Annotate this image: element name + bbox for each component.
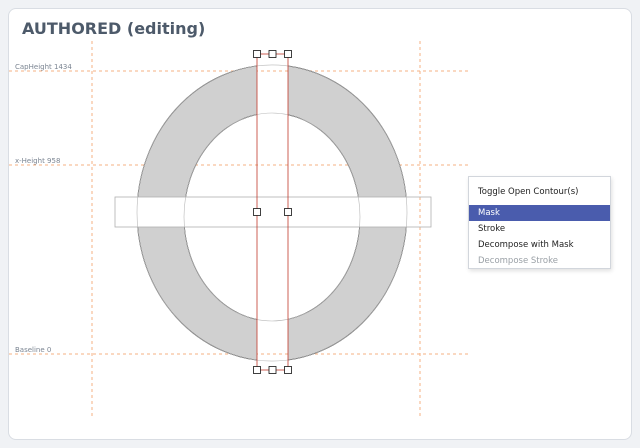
- handle-top-mid[interactable]: [268, 50, 277, 58]
- handle-top-right[interactable]: [284, 50, 292, 58]
- handle-bottom-left[interactable]: [253, 366, 261, 374]
- handle-bottom-right[interactable]: [284, 366, 292, 374]
- glyph-o-outline[interactable]: [136, 64, 408, 362]
- handle-middle-right[interactable]: [284, 208, 292, 216]
- handle-middle-left[interactable]: [253, 208, 261, 216]
- menu-item-mask[interactable]: Mask: [469, 205, 610, 221]
- handle-bottom-mid[interactable]: [268, 366, 277, 374]
- menu-item-decompose-stroke: Decompose Stroke: [478, 256, 558, 266]
- menu-item-stroke[interactable]: Stroke: [469, 221, 610, 237]
- editor-panel: AUTHORED (editing) CapHeight 1434 x-Heig…: [8, 8, 632, 440]
- x-height-label: x-Height 958: [15, 157, 60, 165]
- baseline-label: Baseline 0: [15, 346, 51, 354]
- context-menu: Toggle Open Contour(s) Mask Stroke Decom…: [468, 176, 611, 269]
- menu-item-decompose-with-mask[interactable]: Decompose with Mask: [469, 237, 610, 253]
- cap-height-label: CapHeight 1434: [15, 63, 72, 71]
- menu-item-toggle-open-contours[interactable]: Toggle Open Contour(s): [469, 181, 610, 202]
- handle-top-left[interactable]: [253, 50, 261, 58]
